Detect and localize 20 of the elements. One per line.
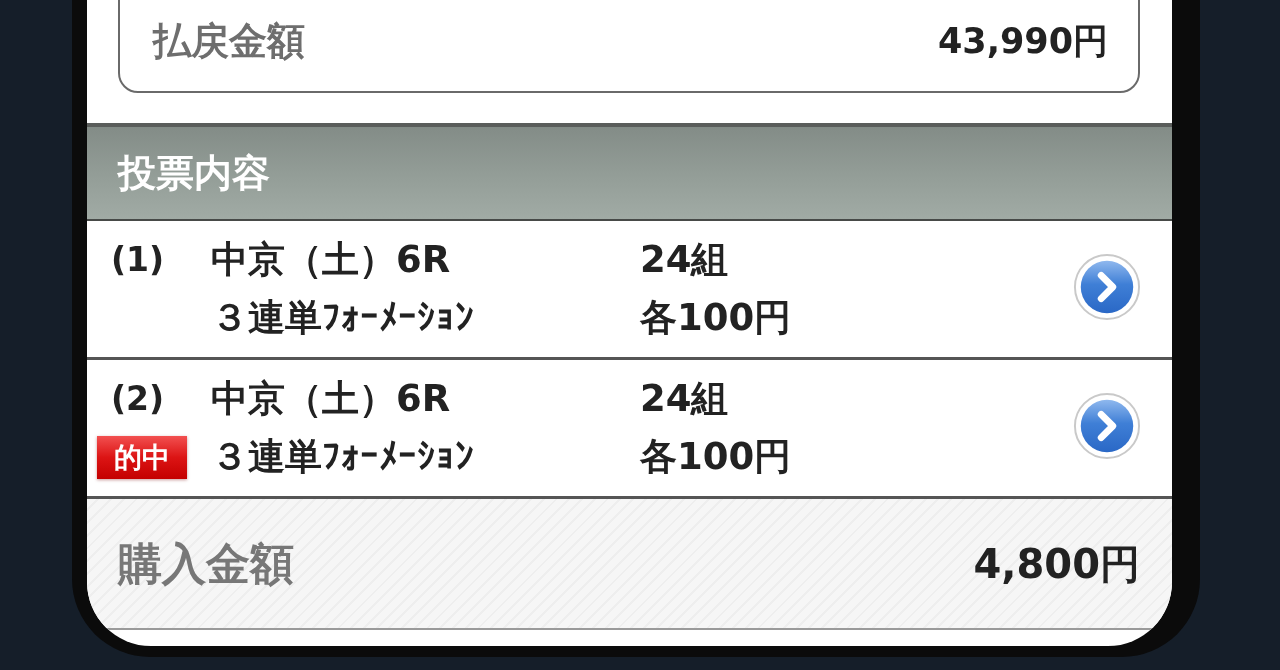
bet-number: (2) — [110, 378, 165, 420]
bet-type: ３連単ﾌｫｰﾒｰｼｮﾝ — [211, 295, 474, 341]
purchase-amount: 4,800円 — [973, 539, 1140, 588]
payout-label: 払戻金額 — [153, 21, 305, 61]
payout-amount: 43,990円 — [937, 21, 1108, 61]
race-name: 中京（土）6R — [211, 237, 451, 283]
chevron-icon — [1073, 253, 1141, 321]
bet-type: ３連単ﾌｫｰﾒｰｼｮﾝ — [211, 434, 474, 480]
combination-count: 24組 — [640, 237, 729, 283]
section-header: 投票内容 — [87, 123, 1172, 221]
hit-badge: 的中 — [97, 435, 187, 479]
race-name: 中京（土）6R — [211, 376, 451, 422]
bet-number: (1) — [110, 239, 165, 281]
chevron-icon — [1073, 392, 1141, 460]
combination-count: 24組 — [640, 376, 729, 422]
unit-price: 各100円 — [640, 295, 792, 341]
unit-price: 各100円 — [640, 434, 792, 480]
detail-button[interactable] — [1073, 392, 1141, 460]
detail-button[interactable] — [1073, 253, 1141, 321]
purchase-label: 購入金額 — [118, 539, 294, 588]
